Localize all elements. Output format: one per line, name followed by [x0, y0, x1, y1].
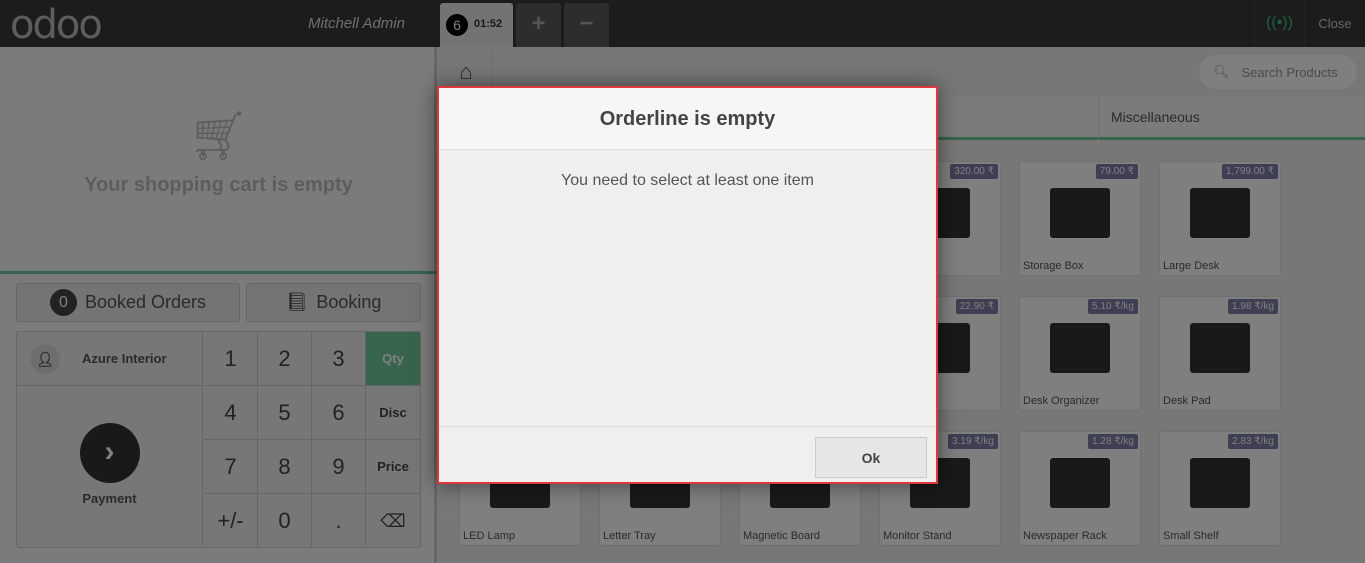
- dialog-title: Orderline is empty: [439, 88, 936, 150]
- dialog-message: You need to select at least one item: [561, 172, 814, 189]
- error-dialog: Orderline is empty You need to select at…: [437, 86, 938, 484]
- dialog-footer: Ok: [439, 426, 936, 482]
- ok-button[interactable]: Ok: [815, 437, 927, 478]
